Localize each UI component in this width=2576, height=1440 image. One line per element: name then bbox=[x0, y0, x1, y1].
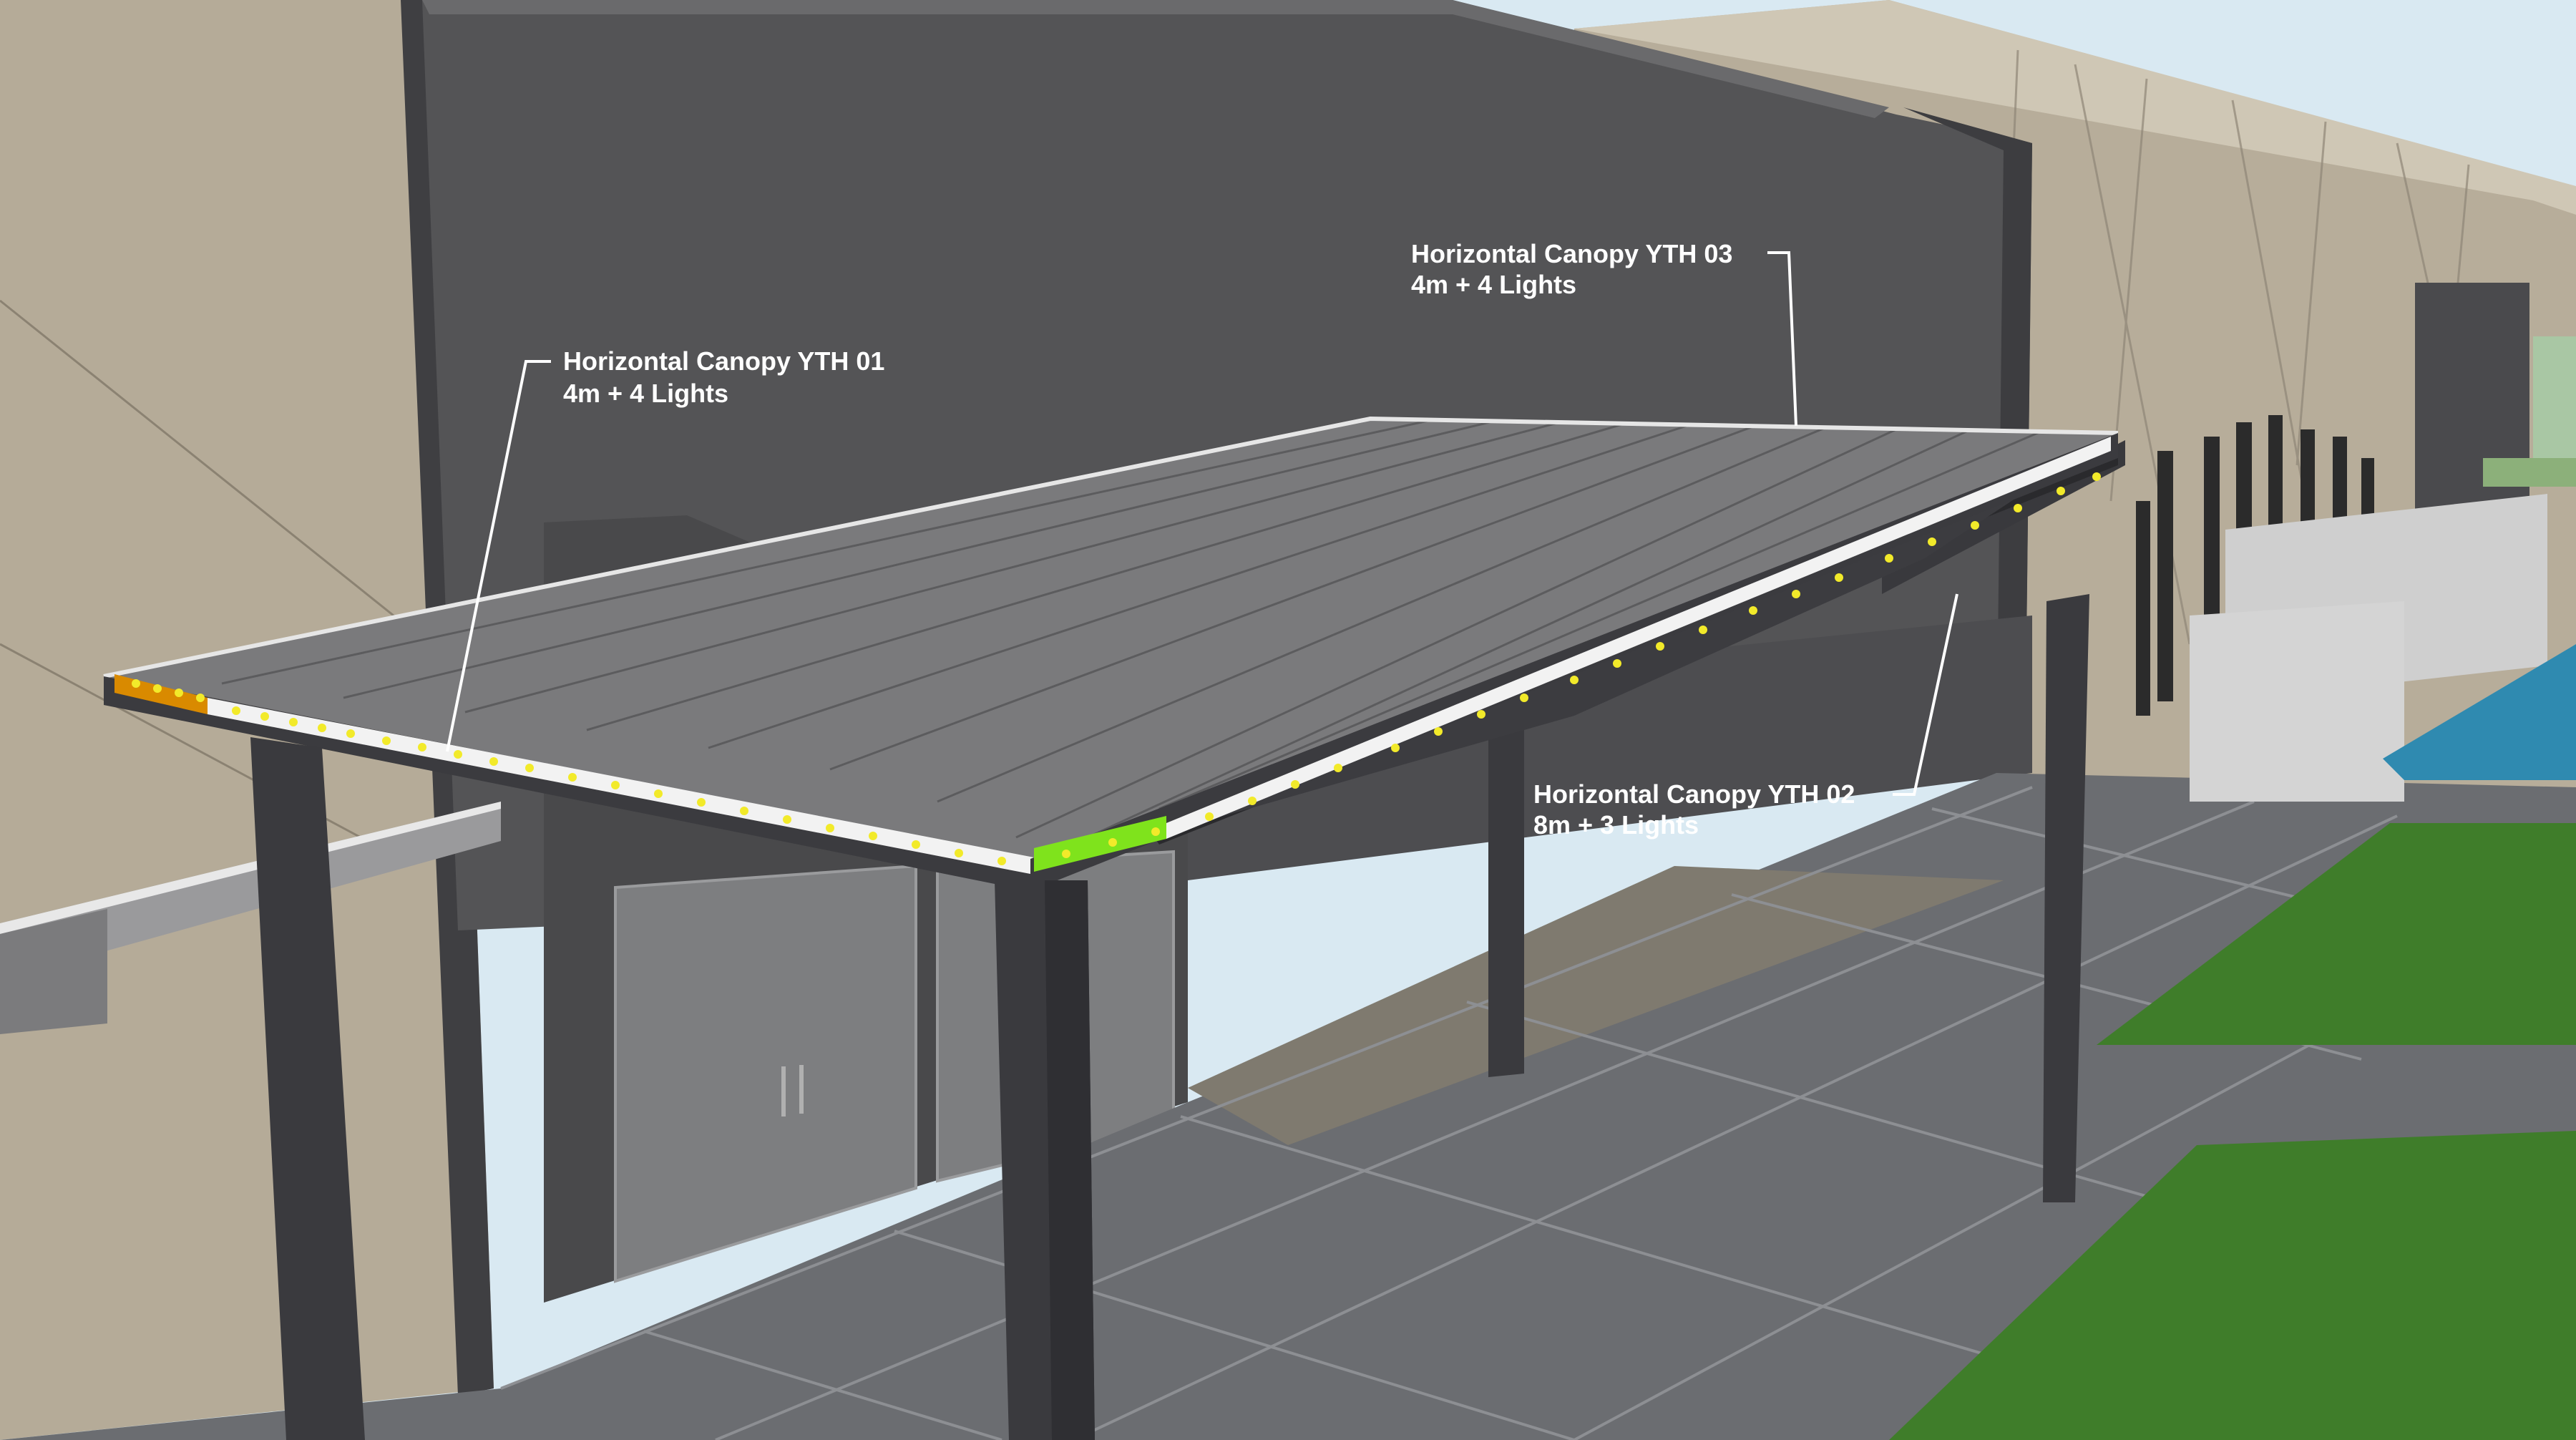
distant-green-strip bbox=[2483, 458, 2576, 487]
front-column-corner-face bbox=[1045, 880, 1095, 1440]
annotation-detail-yth01: 4m + 4 Lights bbox=[563, 379, 728, 408]
annotation-title-yth02: Horizontal Canopy YTH 02 bbox=[1533, 779, 1855, 809]
planter-lower bbox=[2190, 601, 2404, 802]
annotation-detail-yth03: 4m + 4 Lights bbox=[1411, 270, 1576, 299]
rear-column-mid bbox=[1488, 709, 1524, 1077]
distant-tree bbox=[2533, 336, 2576, 458]
annotation-title-yth03: Horizontal Canopy YTH 03 bbox=[1411, 239, 1732, 268]
annotation-title-yth01: Horizontal Canopy YTH 01 bbox=[563, 346, 884, 376]
canopy-scene: Horizontal Canopy YTH 01 4m + 4 Lights H… bbox=[0, 0, 2576, 1440]
annotation-detail-yth02: 8m + 3 Lights bbox=[1533, 810, 1699, 840]
